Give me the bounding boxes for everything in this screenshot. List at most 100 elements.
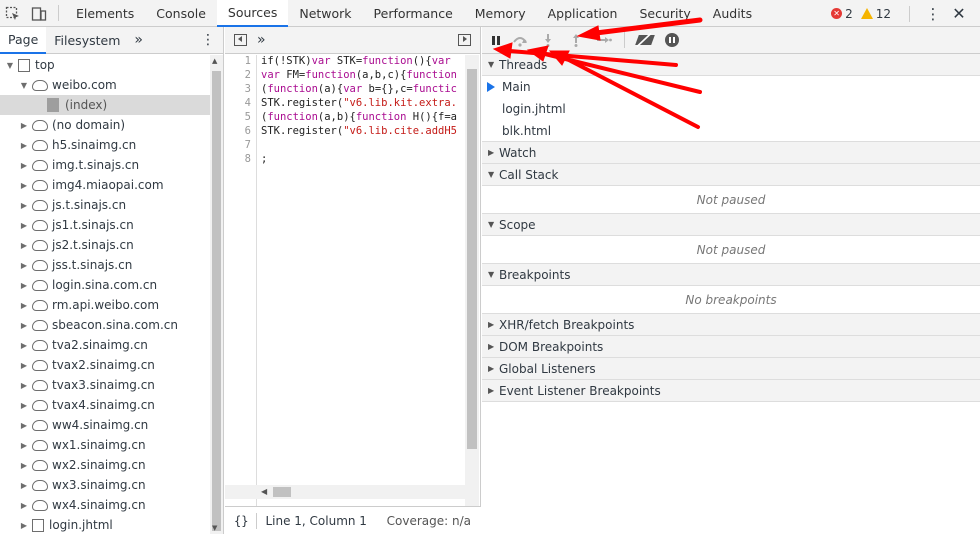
tab-audits[interactable]: Audits bbox=[702, 0, 763, 27]
line-number[interactable]: 1 bbox=[225, 55, 256, 69]
code-line[interactable]: STK.register("v6.lib.cite.addH5 bbox=[261, 125, 465, 139]
navigator-kebab-icon[interactable]: ⋮ bbox=[201, 32, 215, 48]
line-number[interactable]: 5 bbox=[225, 111, 256, 125]
section-threads[interactable]: ▼ Threads bbox=[482, 54, 980, 76]
tab-sources[interactable]: Sources bbox=[216, 0, 289, 27]
collapsed-triangle-icon[interactable]: ▶ bbox=[19, 401, 29, 410]
code-line[interactable]: var FM=function(a,b,c){function bbox=[261, 69, 465, 83]
section-dom-breakpoints[interactable]: ▶ DOM Breakpoints bbox=[482, 336, 980, 358]
collapsed-triangle-icon[interactable]: ▶ bbox=[19, 141, 29, 150]
tree-item[interactable]: ▶ h5.sinaimg.cn bbox=[0, 135, 210, 155]
tree-item[interactable]: ▶ login.sina.com.cn bbox=[0, 275, 210, 295]
code-line[interactable]: STK.register("v6.lib.kit.extra. bbox=[261, 97, 465, 111]
code-line[interactable]: (function(a,b){function H(){f=a bbox=[261, 111, 465, 125]
tab-elements[interactable]: Elements bbox=[65, 0, 145, 27]
tree-item[interactable]: ▶ sbeacon.sina.com.cn bbox=[0, 315, 210, 335]
tab-network[interactable]: Network bbox=[288, 0, 362, 27]
toggle-debugger-icon[interactable] bbox=[458, 34, 471, 46]
collapsed-triangle-icon[interactable]: ▶ bbox=[19, 461, 29, 470]
scroll-up-icon[interactable]: ▲ bbox=[212, 57, 217, 65]
tree-item[interactable]: ▶ login.jhtml bbox=[0, 515, 210, 534]
line-number[interactable]: 6 bbox=[225, 125, 256, 139]
collapsed-triangle-icon[interactable]: ▶ bbox=[19, 161, 29, 170]
tab-application[interactable]: Application bbox=[537, 0, 629, 27]
scrollbar-thumb[interactable] bbox=[212, 71, 221, 531]
editor-vertical-scrollbar[interactable] bbox=[465, 55, 479, 512]
device-toolbar-icon[interactable] bbox=[26, 0, 52, 27]
collapsed-triangle-icon[interactable]: ▶ bbox=[19, 301, 29, 310]
line-number[interactable]: 8 bbox=[225, 153, 256, 167]
section-xhr-breakpoints[interactable]: ▶ XHR/fetch Breakpoints bbox=[482, 314, 980, 336]
section-call-stack[interactable]: ▼ Call Stack bbox=[482, 164, 980, 186]
deactivate-breakpoints-icon[interactable] bbox=[635, 35, 655, 45]
expanded-triangle-icon[interactable]: ▼ bbox=[19, 81, 29, 90]
collapsed-triangle-icon[interactable]: ▶ bbox=[19, 121, 29, 130]
warning-counter[interactable]: 12 bbox=[860, 7, 891, 21]
line-number[interactable]: 3 bbox=[225, 83, 256, 97]
code-line[interactable] bbox=[261, 139, 465, 153]
collapsed-triangle-icon[interactable]: ▶ bbox=[19, 501, 29, 510]
editor-horizontal-scrollbar[interactable]: ◀ bbox=[225, 485, 465, 499]
collapsed-triangle-icon[interactable]: ▶ bbox=[19, 201, 29, 210]
collapsed-triangle-icon[interactable]: ▶ bbox=[19, 341, 29, 350]
collapsed-triangle-icon[interactable]: ▶ bbox=[19, 321, 29, 330]
line-number[interactable]: 4 bbox=[225, 97, 256, 111]
tree-item[interactable]: ▶ tvax3.sinaimg.cn bbox=[0, 375, 210, 395]
tree-item[interactable]: ▶ wx3.sinaimg.cn bbox=[0, 475, 210, 495]
collapsed-triangle-icon[interactable]: ▶ bbox=[19, 521, 29, 530]
tree-item[interactable]: (index) bbox=[0, 95, 210, 115]
code-line[interactable]: ; bbox=[261, 153, 465, 167]
collapsed-triangle-icon[interactable]: ▶ bbox=[19, 481, 29, 490]
tree-item[interactable]: ▶ wx2.sinaimg.cn bbox=[0, 455, 210, 475]
tab-filesystem[interactable]: Filesystem bbox=[46, 27, 128, 54]
line-number[interactable]: 2 bbox=[225, 69, 256, 83]
tree-item[interactable]: ▶ tvax2.sinaimg.cn bbox=[0, 355, 210, 375]
error-counter[interactable]: ✕ 2 bbox=[831, 7, 853, 21]
kebab-icon[interactable]: ⋮ bbox=[920, 0, 946, 27]
thread-main[interactable]: Main bbox=[482, 76, 980, 98]
pretty-print-button[interactable]: {} bbox=[225, 514, 256, 528]
code-line[interactable]: if(!STK)var STK=function(){var bbox=[261, 55, 465, 69]
tab-memory[interactable]: Memory bbox=[464, 0, 537, 27]
collapsed-triangle-icon[interactable]: ▶ bbox=[19, 281, 29, 290]
tree-item[interactable]: ▶ img.t.sinajs.cn bbox=[0, 155, 210, 175]
code-line[interactable]: (function(a){var b={},c=functic bbox=[261, 83, 465, 97]
collapsed-triangle-icon[interactable]: ▶ bbox=[19, 441, 29, 450]
thread-blk-html[interactable]: blk.html bbox=[482, 120, 980, 142]
tree-item[interactable]: ▼ weibo.com bbox=[0, 75, 210, 95]
code-content[interactable]: if(!STK)var STK=function(){var var FM=fun… bbox=[261, 55, 465, 512]
inspect-icon[interactable] bbox=[0, 0, 26, 27]
tree-item[interactable]: ▶ js2.t.sinajs.cn bbox=[0, 235, 210, 255]
tree-item[interactable]: ▶ tva2.sinaimg.cn bbox=[0, 335, 210, 355]
pause-icon[interactable] bbox=[492, 35, 500, 45]
tree-item[interactable]: ▶ img4.miaopai.com bbox=[0, 175, 210, 195]
tab-security[interactable]: Security bbox=[628, 0, 701, 27]
section-scope[interactable]: ▼ Scope bbox=[482, 214, 980, 236]
scrollbar-thumb[interactable] bbox=[467, 69, 477, 449]
collapsed-triangle-icon[interactable]: ▶ bbox=[19, 421, 29, 430]
section-event-listener-breakpoints[interactable]: ▶ Event Listener Breakpoints bbox=[482, 380, 980, 402]
tree-item[interactable]: ▶ (no domain) bbox=[0, 115, 210, 135]
expanded-triangle-icon[interactable]: ▼ bbox=[5, 61, 15, 70]
thread-login-jhtml[interactable]: login.jhtml bbox=[482, 98, 980, 120]
navigator-scrollbar[interactable]: ▲ ▼ bbox=[210, 55, 223, 534]
section-breakpoints[interactable]: ▼ Breakpoints bbox=[482, 264, 980, 286]
tree-item[interactable]: ▶ wx1.sinaimg.cn bbox=[0, 435, 210, 455]
collapsed-triangle-icon[interactable]: ▶ bbox=[19, 381, 29, 390]
step-out-icon[interactable] bbox=[568, 33, 584, 47]
tab-console[interactable]: Console bbox=[145, 0, 217, 27]
editor-tabs-more-icon[interactable]: » bbox=[257, 32, 266, 48]
line-number[interactable]: 7 bbox=[225, 139, 256, 153]
tree-item[interactable]: ▶ rm.api.weibo.com bbox=[0, 295, 210, 315]
collapsed-triangle-icon[interactable]: ▶ bbox=[19, 181, 29, 190]
collapsed-triangle-icon[interactable]: ▶ bbox=[19, 221, 29, 230]
toggle-navigator-icon[interactable] bbox=[234, 34, 247, 46]
section-watch[interactable]: ▶ Watch bbox=[482, 142, 980, 164]
tree-item[interactable]: ▶ jss.t.sinajs.cn bbox=[0, 255, 210, 275]
scrollbar-thumb[interactable] bbox=[273, 487, 291, 497]
collapsed-triangle-icon[interactable]: ▶ bbox=[19, 261, 29, 270]
step-icon[interactable] bbox=[596, 33, 612, 47]
close-icon[interactable]: ✕ bbox=[946, 0, 972, 27]
tree-item[interactable]: ▶ tvax4.sinaimg.cn bbox=[0, 395, 210, 415]
tree-item[interactable]: ▶ wx4.sinaimg.cn bbox=[0, 495, 210, 515]
